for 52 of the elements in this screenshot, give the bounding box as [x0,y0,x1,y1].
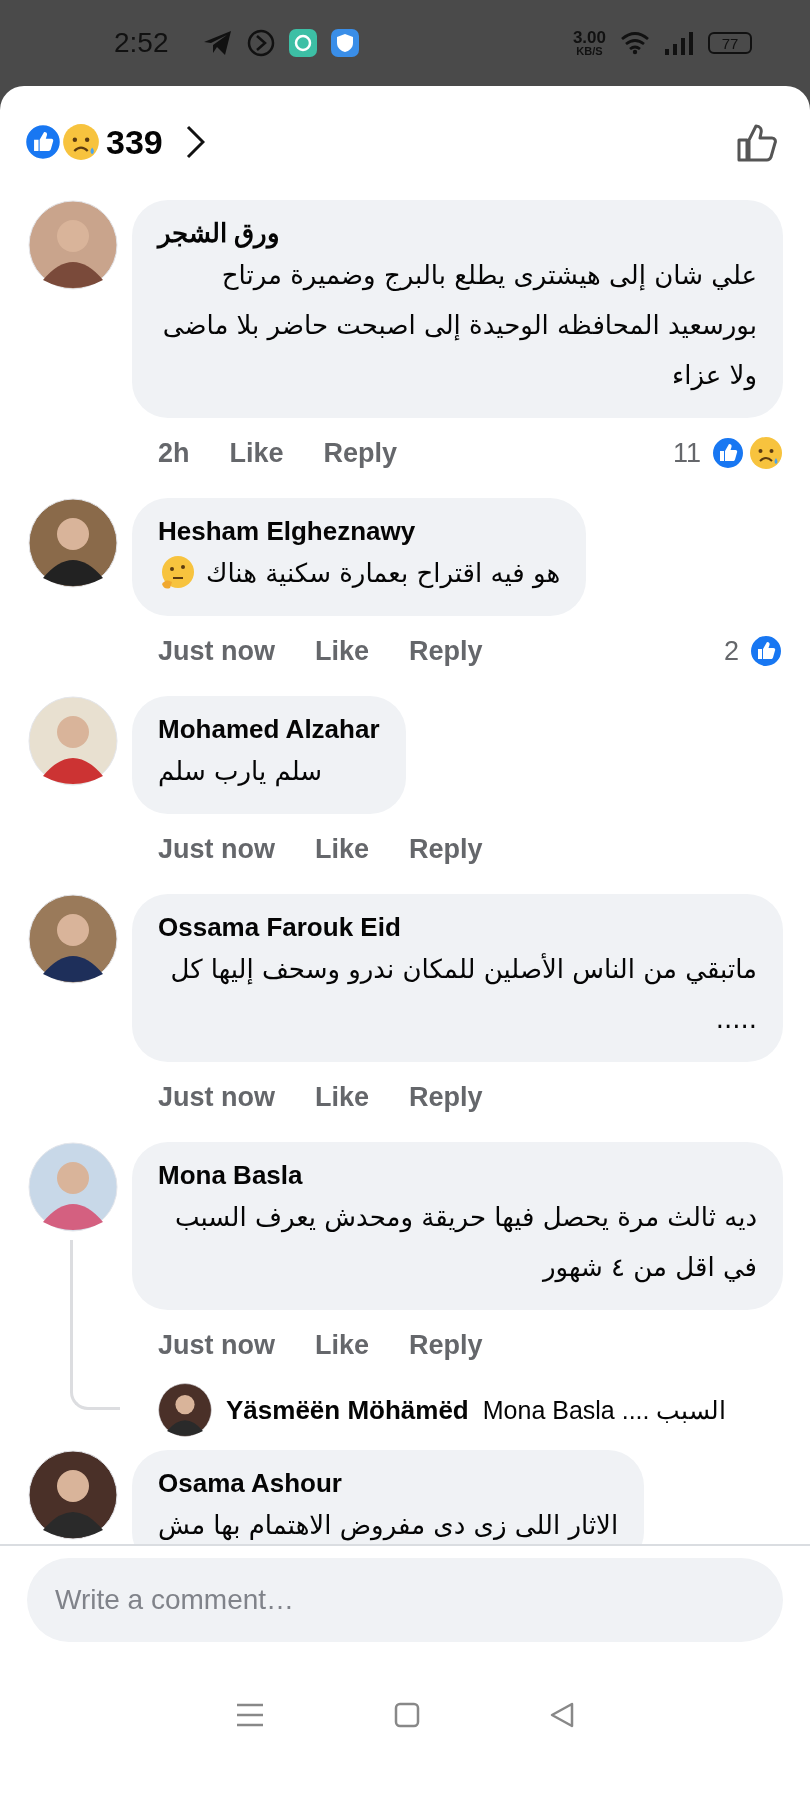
reaction-count: 339 [106,122,163,162]
comment-author[interactable]: Mona Basla [158,1158,757,1192]
like-button[interactable]: Like [315,833,370,865]
comment-author[interactable]: Hesham Elgheznawy [158,514,561,548]
comment-text: سلم يارب سلم [158,755,323,789]
comment-time: 2h [158,437,190,469]
comment-text: علي شان إلى هيشترى يطلع بالبرج وضميرة مرتاح بورسعيد المحافظه الوحيدة إلى اصبحت حاضر بلا ماضى ولا عزاء [161,259,757,393]
comment-time: Just now [158,635,275,667]
like-reaction-icon [749,634,783,668]
menu-icon[interactable] [234,1702,265,1728]
reply-button[interactable]: Reply [409,1329,483,1361]
comment-text: الاثار اللى زى دى مفروض الاهتمام بها مش [158,1509,619,1543]
like-button[interactable]: Like [229,437,284,469]
back-icon[interactable] [549,1701,576,1729]
comment-field[interactable]: Write a comment… [27,1558,783,1642]
signal-icon [664,31,694,55]
reaction-count: 2 [723,635,739,667]
comment-text: هو فيه اقتراح بعمارة سكنية هناك [206,557,561,591]
sad-face-icon [62,123,100,161]
wifi-icon [620,31,650,55]
status-time: 2:52 [114,27,169,59]
avatar [158,1383,212,1437]
home-icon[interactable] [394,1702,420,1728]
comment-text: ديه ثالث مرة يحصل فيها حريقة ومحدش يعرف السبب في اقل من ٤ شهور [174,1201,757,1285]
reply-author[interactable]: Yäsmëën Möhämëd [226,1394,469,1426]
comment-author[interactable]: Osama Ashour [158,1466,619,1500]
app-icon [288,29,317,57]
comment-text: ماتبقي من الناس الأصلين للمكان ندرو وسحف إليها كل ..... [169,952,757,1036]
like-reaction-icon [711,436,745,470]
battery-level: 77 [708,32,752,54]
chevron-right-icon[interactable] [184,125,205,159]
speed-unit: KB/S [576,46,603,57]
comment-time: Just now [158,1329,275,1361]
reply-button[interactable]: Reply [409,833,483,865]
network-speed: 3.00 [572,29,606,46]
comment-time: Just now [158,1081,275,1113]
shield-icon [330,29,359,57]
send-icon [202,30,233,56]
comment-author[interactable]: ورق الشجر [158,216,757,250]
reply-text: Mona Basla .... السبب [482,1395,727,1425]
sad-face-icon [749,436,783,470]
reply-button[interactable]: Reply [409,635,483,667]
like-reaction-icon [24,123,62,161]
like-button[interactable]: Like [315,1081,370,1113]
comment-author[interactable]: Mohamed Alzahar [158,712,380,746]
reaction-count: 11 [672,437,701,469]
comment-author[interactable]: Ossama Farouk Eid [158,910,757,944]
comment-time: Just now [158,833,275,865]
reply-button[interactable]: Reply [323,437,398,469]
like-button[interactable]: Like [315,1329,370,1361]
reply-button[interactable]: Reply [409,1081,483,1113]
like-button[interactable]: Like [315,635,370,667]
